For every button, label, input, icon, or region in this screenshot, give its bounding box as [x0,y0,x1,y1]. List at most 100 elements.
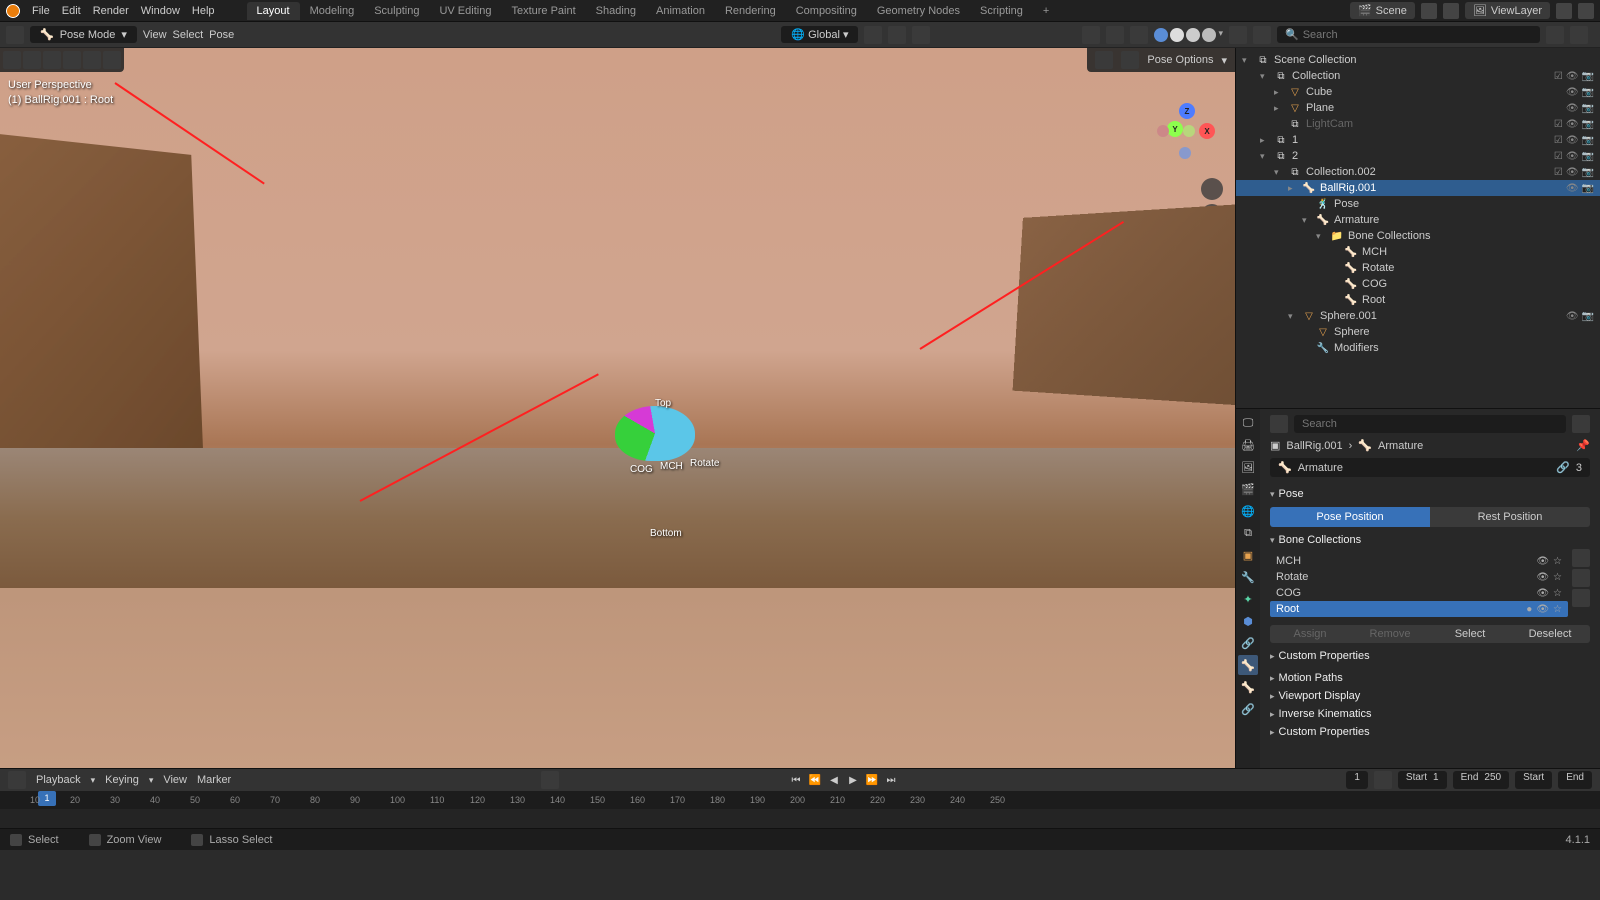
render-icon[interactable]: 📷 [1582,87,1594,98]
ptab-modifier-icon[interactable]: 🔧 [1238,567,1258,587]
gizmo-y-axis-icon[interactable]: Y [1167,121,1183,137]
remove-button[interactable]: Remove [1350,625,1430,643]
marker-menu[interactable]: Marker [197,774,231,786]
expand-toggle-icon[interactable]: ▾ [1260,151,1270,162]
ptab-particle-icon[interactable]: ✦ [1238,589,1258,609]
outliner-row-root[interactable]: 🦴Root [1236,292,1600,308]
outliner-row-lightcam[interactable]: ⧉LightCam☑👁📷 [1236,116,1600,132]
breadcrumb-obj[interactable]: BallRig.001 [1286,440,1342,452]
preview-range-icon[interactable] [1374,771,1392,789]
visibility-icon[interactable]: 👁 [1536,588,1549,599]
section-motion-paths[interactable]: ▸Motion Paths [1270,669,1590,687]
armature-name-value[interactable]: Armature [1298,462,1550,474]
scene-delete-icon[interactable] [1443,3,1459,19]
autokey-icon[interactable] [541,771,559,789]
section-ik[interactable]: ▸Inverse Kinematics [1270,705,1590,723]
show-overlays-icon[interactable] [1106,26,1124,44]
render-icon[interactable]: 📷 [1582,103,1594,114]
tab-geo-nodes[interactable]: Geometry Nodes [867,2,970,20]
visibility-icon[interactable]: 👁 [1566,87,1579,98]
tab-rendering[interactable]: Rendering [715,2,786,20]
properties-editor-icon[interactable] [1270,415,1288,433]
gizmo-neg-z-icon[interactable] [1179,147,1191,159]
outliner-row-cube[interactable]: ▸▽Cube👁📷 [1236,84,1600,100]
armature-name-field[interactable]: 🦴 Armature 🔗 3 [1270,458,1590,477]
render-icon[interactable]: 📷 [1582,151,1594,162]
tl-view-menu[interactable]: View [163,774,187,786]
select-mode-1-icon[interactable] [23,51,41,69]
visibility-icon[interactable]: 👁 [1566,311,1579,322]
xray-icon[interactable] [1130,26,1148,44]
ptab-world-icon[interactable]: 🌐 [1238,501,1258,521]
outliner-row-2[interactable]: ▾⧉2☑👁📷 [1236,148,1600,164]
render-icon[interactable]: 📷 [1582,135,1594,146]
ptab-physics-icon[interactable]: ⬢ [1238,611,1258,631]
ptab-constraint-icon[interactable]: 🔗 [1238,633,1258,653]
solid-shading-icon[interactable] [1170,28,1184,42]
visibility-icon[interactable]: 👁 [1566,183,1579,194]
section-pose[interactable]: ▾Pose [1270,485,1590,503]
expand-toggle-icon[interactable]: ▾ [1302,215,1312,226]
assign-button[interactable]: Assign [1270,625,1350,643]
exclude-checkbox-icon[interactable]: ☑ [1554,135,1563,146]
ptab-scene-icon[interactable]: 🎬 [1238,479,1258,499]
data-users-count[interactable]: 3 [1576,462,1582,474]
viewport-select-menu[interactable]: Select [173,29,204,41]
ptab-boneconstraint-icon[interactable]: 🔗 [1238,699,1258,719]
proportional-icon[interactable] [912,26,930,44]
preview-end-field[interactable]: End [1558,771,1592,789]
zoom-icon[interactable] [1201,178,1223,200]
solo-icon[interactable]: ☆ [1553,572,1562,583]
visibility-icon[interactable]: 👁 [1566,103,1579,114]
tab-uv[interactable]: UV Editing [429,2,501,20]
exclude-checkbox-icon[interactable]: ☑ [1554,119,1563,130]
viewlayer-delete-icon[interactable] [1578,3,1594,19]
bone-collection-list[interactable]: MCH👁☆Rotate👁☆COG👁☆Root●👁☆ [1270,553,1568,617]
pivot-icon[interactable] [864,26,882,44]
tab-sculpting[interactable]: Sculpting [364,2,429,20]
tab-shading[interactable]: Shading [586,2,646,20]
tab-layout[interactable]: Layout [247,2,300,20]
select-mode-5-icon[interactable] [103,51,121,69]
visibility-icon[interactable]: 👁 [1536,604,1549,615]
viewlayer-new-icon[interactable] [1556,3,1572,19]
visibility-icon[interactable]: 👁 [1566,71,1579,82]
solo-icon[interactable]: ☆ [1553,588,1562,599]
bone-coll-menu-icon[interactable] [1572,589,1590,607]
ptab-output-icon[interactable]: 🖨 [1238,435,1258,455]
section-bone-collections[interactable]: ▾Bone Collections [1270,531,1590,549]
mode-selector[interactable]: 🦴 Pose Mode ▾ [30,26,137,43]
display-mode-icon[interactable] [1253,26,1271,44]
show-gizmo-icon[interactable] [1082,26,1100,44]
exclude-checkbox-icon[interactable]: ☑ [1554,71,1563,82]
menu-window[interactable]: Window [141,5,180,17]
gizmo-neg-x-icon[interactable] [1157,125,1169,137]
outliner-row-pose[interactable]: 🕺Pose [1236,196,1600,212]
outliner-row-mch[interactable]: 🦴MCH [1236,244,1600,260]
expand-toggle-icon[interactable]: ▾ [1316,231,1326,242]
expand-toggle-icon[interactable]: ▸ [1288,183,1298,194]
outliner-row-bone-collections[interactable]: ▾📁Bone Collections [1236,228,1600,244]
ptab-data-icon[interactable]: 🦴 [1238,655,1258,675]
outliner-row-sphere[interactable]: ▽Sphere [1236,324,1600,340]
visibility-icon[interactable]: 👁 [1566,135,1579,146]
outliner-row-rotate[interactable]: 🦴Rotate [1236,260,1600,276]
select-mode-4-icon[interactable] [83,51,101,69]
outliner-row-plane[interactable]: ▸▽Plane👁📷 [1236,100,1600,116]
tab-modeling[interactable]: Modeling [300,2,365,20]
end-frame-field[interactable]: End 250 [1453,771,1509,789]
keying-menu[interactable]: Keying [105,774,139,786]
visibility-icon[interactable]: 👁 [1536,572,1549,583]
bone-collection-row-cog[interactable]: COG👁☆ [1270,585,1568,601]
visibility-icon[interactable]: 👁 [1536,556,1549,567]
visibility-icon[interactable]: 👁 [1566,119,1579,130]
properties-options-icon[interactable] [1572,415,1590,433]
solo-icon[interactable]: ☆ [1553,556,1562,567]
bone-collection-row-root[interactable]: Root●👁☆ [1270,601,1568,617]
editor-type-icon[interactable] [6,26,24,44]
expand-toggle-icon[interactable]: ▾ [1288,311,1298,322]
expand-icon[interactable]: ▾ [1242,55,1252,66]
visibility-icon[interactable]: 👁 [1566,167,1579,178]
render-icon[interactable]: 📷 [1582,311,1594,322]
section-viewport-display[interactable]: ▸Viewport Display [1270,687,1590,705]
